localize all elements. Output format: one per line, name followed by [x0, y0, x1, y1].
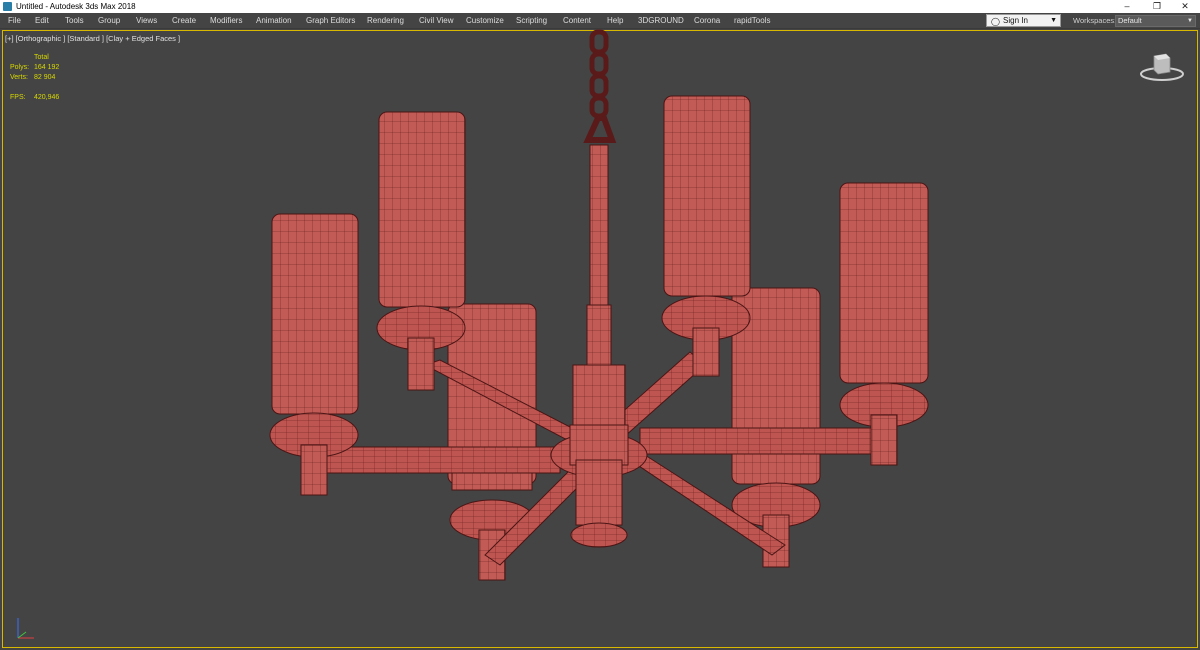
viewport-label[interactable]: [+] [Orthographic ] [Standard ] [Clay + …	[5, 34, 180, 43]
axis-tripod-icon	[17, 618, 34, 639]
stats-polys-value: 164 192	[34, 64, 60, 71]
stats-total-label: Total	[34, 54, 49, 61]
stats-polys-label: Polys:	[10, 64, 30, 71]
stats-fps-label: FPS:	[10, 94, 26, 101]
chandelier-model[interactable]	[0, 0, 1200, 650]
stats-verts-value: 82 904	[34, 74, 56, 81]
viewcube-icon[interactable]	[1138, 48, 1186, 84]
shade-front-far-right	[839, 182, 929, 466]
stats-verts-label: Verts:	[10, 74, 28, 81]
stats-fps-value: 420,946	[34, 94, 60, 101]
chain	[583, 29, 617, 143]
shade-front-mid-right	[661, 95, 751, 377]
